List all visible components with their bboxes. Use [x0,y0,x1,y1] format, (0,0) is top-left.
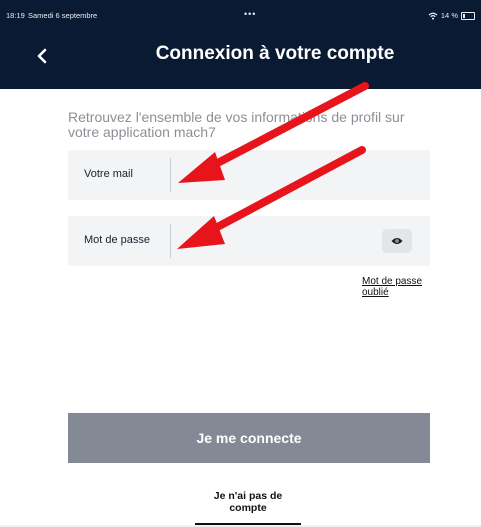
show-password-button[interactable] [382,229,412,253]
password-label: Mot de passe [84,234,151,246]
status-time: 18:19 [6,11,25,20]
password-input[interactable] [170,224,379,258]
status-date: Samedi 6 septembre [28,11,98,20]
status-bar: 18:19 Samedi 6 septembre ••• 14 % [6,9,475,23]
email-input[interactable] [170,158,379,192]
password-field[interactable]: Mot de passe [68,216,430,266]
back-button[interactable] [32,44,52,68]
intro-text: Retrouvez l'ensemble de vos informations… [68,109,405,140]
chevron-left-icon [37,48,47,64]
email-label: Votre mail [84,168,133,180]
forgot-password-link[interactable]: Mot de passe oublié [362,276,442,298]
battery-icon [461,11,475,20]
no-account-link[interactable]: Je n'ai pas de compte [195,490,301,525]
status-right: 14 % [428,11,475,20]
page-title: Connexion à votre compte [155,43,395,64]
email-field[interactable]: Votre mail [68,150,430,200]
app-header: 18:19 Samedi 6 septembre ••• 14 % Connex… [0,0,481,89]
battery-level: 14 % [440,11,458,20]
eye-icon [391,238,403,244]
login-button[interactable]: Je me connecte [68,413,430,463]
multitasking-dots[interactable]: ••• [244,9,256,19]
wifi-icon [428,12,438,20]
